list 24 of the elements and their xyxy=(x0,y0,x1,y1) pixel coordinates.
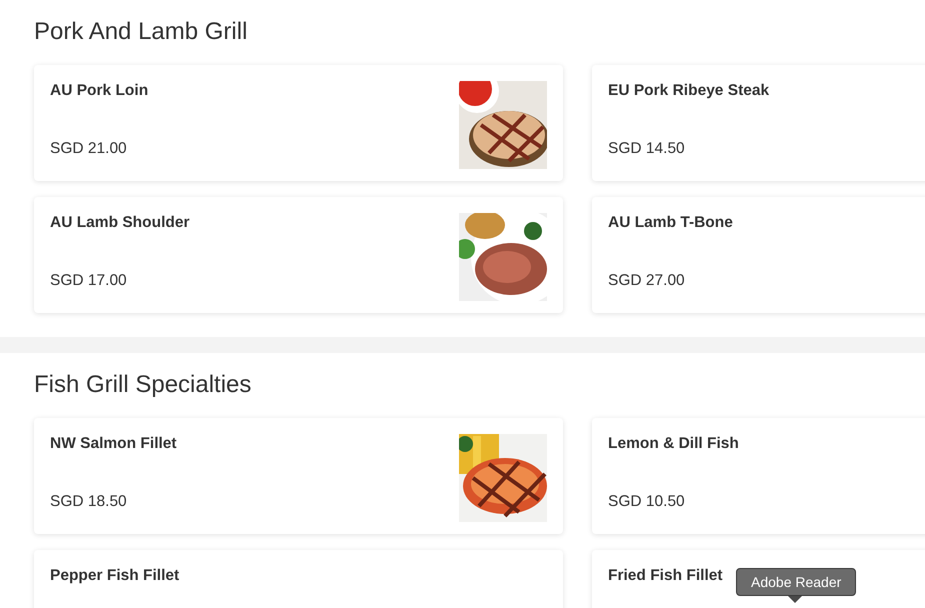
item-name: NW Salmon Fillet xyxy=(50,435,177,453)
menu-card[interactable]: AU Lamb Shoulder SGD 17.00 xyxy=(34,197,563,313)
menu-card[interactable]: NW Salmon Fillet SGD 18.50 xyxy=(34,418,563,534)
item-price: SGD 10.50 xyxy=(608,493,686,511)
section-title: Fish Grill Specialties xyxy=(34,371,252,399)
item-name: Pepper Fish Fillet xyxy=(50,567,180,585)
item-name: Fried Fish Fillet xyxy=(608,567,723,585)
item-price: SGD 21.00 xyxy=(50,140,128,158)
menu-card[interactable]: Lemon & Dill Fish SGD 10.50 xyxy=(592,418,925,534)
menu-card[interactable]: AU Lamb T-Bone SGD 27.00 xyxy=(592,197,925,313)
item-name: EU Pork Ribeye Steak xyxy=(608,82,770,100)
item-price: SGD 17.00 xyxy=(50,272,128,290)
menu-card[interactable]: Pepper Fish Fillet xyxy=(34,550,563,608)
item-price: SGD 18.50 xyxy=(50,493,128,511)
menu-card[interactable]: EU Pork Ribeye Steak SGD 14.50 xyxy=(592,65,925,181)
item-name: AU Pork Loin xyxy=(50,82,148,100)
tooltip: Adobe Reader xyxy=(736,568,856,603)
menu-card[interactable]: AU Pork Loin SGD 21.00 xyxy=(34,65,563,181)
item-price: SGD 27.00 xyxy=(608,272,686,290)
item-name: Lemon & Dill Fish xyxy=(608,435,739,453)
item-price: SGD 14.50 xyxy=(608,140,686,158)
item-name: AU Lamb Shoulder xyxy=(50,214,190,232)
section-title: Pork And Lamb Grill xyxy=(34,18,248,46)
item-name: AU Lamb T-Bone xyxy=(608,214,733,232)
